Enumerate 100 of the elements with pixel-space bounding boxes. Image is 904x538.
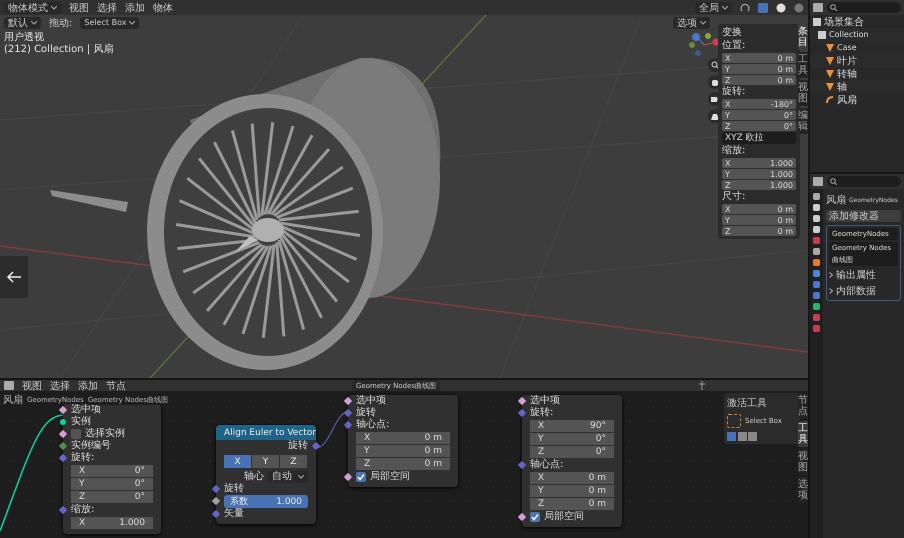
number-field[interactable]: X 90° — [530, 420, 614, 432]
number-field[interactable]: X 0 m — [722, 53, 796, 63]
panel-title: 激活工具 — [727, 397, 768, 410]
number-field[interactable]: X 0° — [71, 465, 153, 477]
number-field[interactable]: Z 1.000 — [722, 180, 796, 190]
node-socket[interactable] — [58, 430, 68, 438]
node-socket[interactable] — [212, 496, 220, 506]
node-socket[interactable] — [518, 512, 526, 522]
dropdown-caret-icon — [298, 475, 304, 479]
checkbox[interactable] — [356, 472, 366, 482]
outliner-item[interactable]: Case — [810, 41, 904, 54]
number-field[interactable]: Z 0 m — [722, 75, 796, 85]
number-field[interactable]: Z 0° — [71, 491, 153, 503]
add-modifier-button[interactable]: 添加修改器 — [826, 210, 901, 222]
sidebar-tab[interactable]: 选项 — [798, 477, 808, 503]
axis-toggle-button[interactable]: Z — [280, 455, 308, 468]
node-socket[interactable] — [344, 408, 352, 418]
node-socket[interactable] — [60, 419, 66, 425]
field-label: 轴心 — [244, 471, 264, 483]
menu-item[interactable]: 视图 — [69, 0, 89, 14]
selection-mode-icon[interactable] — [727, 432, 757, 441]
number-field[interactable]: X 1.000 — [71, 517, 153, 529]
sidebar-tab[interactable]: 节点 — [798, 393, 808, 419]
checkbox[interactable] — [530, 512, 540, 522]
drag-tool-dropdown[interactable]: Select Box — [80, 16, 140, 28]
node-socket[interactable] — [344, 396, 352, 406]
node-socket[interactable] — [212, 510, 220, 518]
number-field[interactable]: Y 0 m — [530, 485, 614, 497]
navigation-gizmo-icon[interactable] — [688, 33, 720, 57]
number-field[interactable]: Y 0 m — [722, 64, 796, 74]
snap-icon[interactable] — [740, 2, 750, 12]
node-socket[interactable] — [312, 442, 320, 450]
number-field[interactable]: X 0 m — [530, 472, 614, 484]
dropdown-caret-icon — [129, 20, 136, 24]
number-field[interactable]: Z 0 m — [530, 498, 614, 510]
sidebar-tab[interactable]: 工具 — [798, 52, 808, 78]
node-socket[interactable] — [58, 442, 68, 450]
mode-dropdown[interactable]: 物体模式 — [4, 2, 61, 14]
axis-toggle-button[interactable]: X — [224, 455, 252, 468]
node-socket[interactable] — [58, 454, 68, 462]
number-field[interactable]: X 0 m — [356, 432, 450, 444]
back-button[interactable] — [0, 256, 28, 298]
node-title[interactable]: Align Euler to Vector — [216, 425, 316, 440]
search-field[interactable] — [827, 2, 901, 13]
node-socket[interactable] — [518, 396, 526, 406]
menu-item[interactable]: 物体 — [153, 0, 173, 14]
number-field[interactable]: X 0 m — [722, 204, 796, 214]
sidebar-tab[interactable]: 条目 — [798, 24, 808, 50]
axis-toggle-button[interactable]: Y — [252, 455, 280, 468]
menu-item[interactable]: 添加 — [125, 0, 145, 14]
menu-item[interactable]: 节点 — [106, 378, 126, 392]
outliner-item[interactable]: 转轴 — [810, 67, 904, 80]
number-field[interactable]: Y 0 m — [356, 445, 450, 457]
orientation-dropdown[interactable]: 全局 — [695, 2, 732, 14]
number-field[interactable]: Y 0° — [722, 110, 796, 120]
socket-label: 轴心点: — [530, 459, 564, 471]
subpanel-header[interactable]: 输出属性 — [836, 268, 876, 282]
number-field[interactable]: X 1.000 — [722, 158, 796, 168]
node-socket[interactable] — [58, 506, 68, 514]
menu-item[interactable]: 视图 — [22, 378, 42, 392]
number-field[interactable]: Z 0° — [722, 121, 796, 131]
transform-orientation-dropdown[interactable]: 默认 — [4, 16, 41, 28]
checkbox-label: 局部空间 — [544, 511, 584, 523]
number-field[interactable]: Y 0° — [530, 433, 614, 445]
number-field[interactable]: X -180° — [722, 99, 796, 109]
menu-item[interactable]: 选择 — [50, 378, 70, 392]
sidebar-tab[interactable]: 工具 — [798, 421, 808, 447]
node-socket[interactable] — [518, 408, 526, 418]
sidebar-tab[interactable]: 编辑 — [798, 108, 808, 134]
number-field[interactable]: Z 0 m — [722, 226, 796, 236]
node-socket[interactable] — [212, 484, 220, 494]
number-field[interactable]: Y 1.000 — [722, 169, 796, 179]
breadcrumb-item[interactable]: 风扇 — [826, 193, 846, 207]
collection-info: (212) Collection | 风扇 — [4, 44, 114, 56]
factor-slider[interactable]: 系数 1.000 — [224, 495, 308, 508]
menu-item[interactable]: 添加 — [78, 378, 98, 392]
sidebar-tab[interactable]: 视图 — [798, 80, 808, 106]
node-socket[interactable] — [518, 460, 526, 470]
number-field[interactable]: Y 0 m — [722, 215, 796, 225]
number-field[interactable]: Z 0 m — [356, 458, 450, 470]
node-socket[interactable] — [58, 406, 68, 414]
options-dropdown[interactable]: 选项 — [673, 16, 710, 28]
number-field[interactable]: Y 0° — [71, 478, 153, 490]
number-field[interactable]: Z 0° — [530, 446, 614, 458]
menu-item[interactable]: 选择 — [97, 0, 117, 14]
node-socket[interactable] — [344, 420, 352, 430]
outliner-item[interactable]: 风扇 — [810, 93, 904, 106]
outliner-item[interactable]: 场景集合 — [810, 15, 904, 28]
breadcrumb-item[interactable]: 风扇 — [3, 393, 23, 407]
select-box-icon[interactable] — [727, 414, 741, 428]
checkmark-icon — [531, 513, 539, 521]
gizmo-toggle-icon[interactable] — [758, 2, 768, 12]
pin-icon[interactable] — [698, 381, 706, 390]
pivot-dropdown[interactable]: 自动 — [268, 471, 308, 483]
checkbox[interactable] — [71, 429, 81, 439]
search-field[interactable] — [827, 176, 901, 187]
node-socket[interactable] — [344, 472, 352, 482]
subpanel-header[interactable]: 内部数据 — [836, 284, 876, 298]
rotation-mode-dropdown[interactable]: XYZ 欧拉 — [722, 132, 796, 144]
sidebar-tab[interactable]: 视图 — [798, 449, 808, 475]
